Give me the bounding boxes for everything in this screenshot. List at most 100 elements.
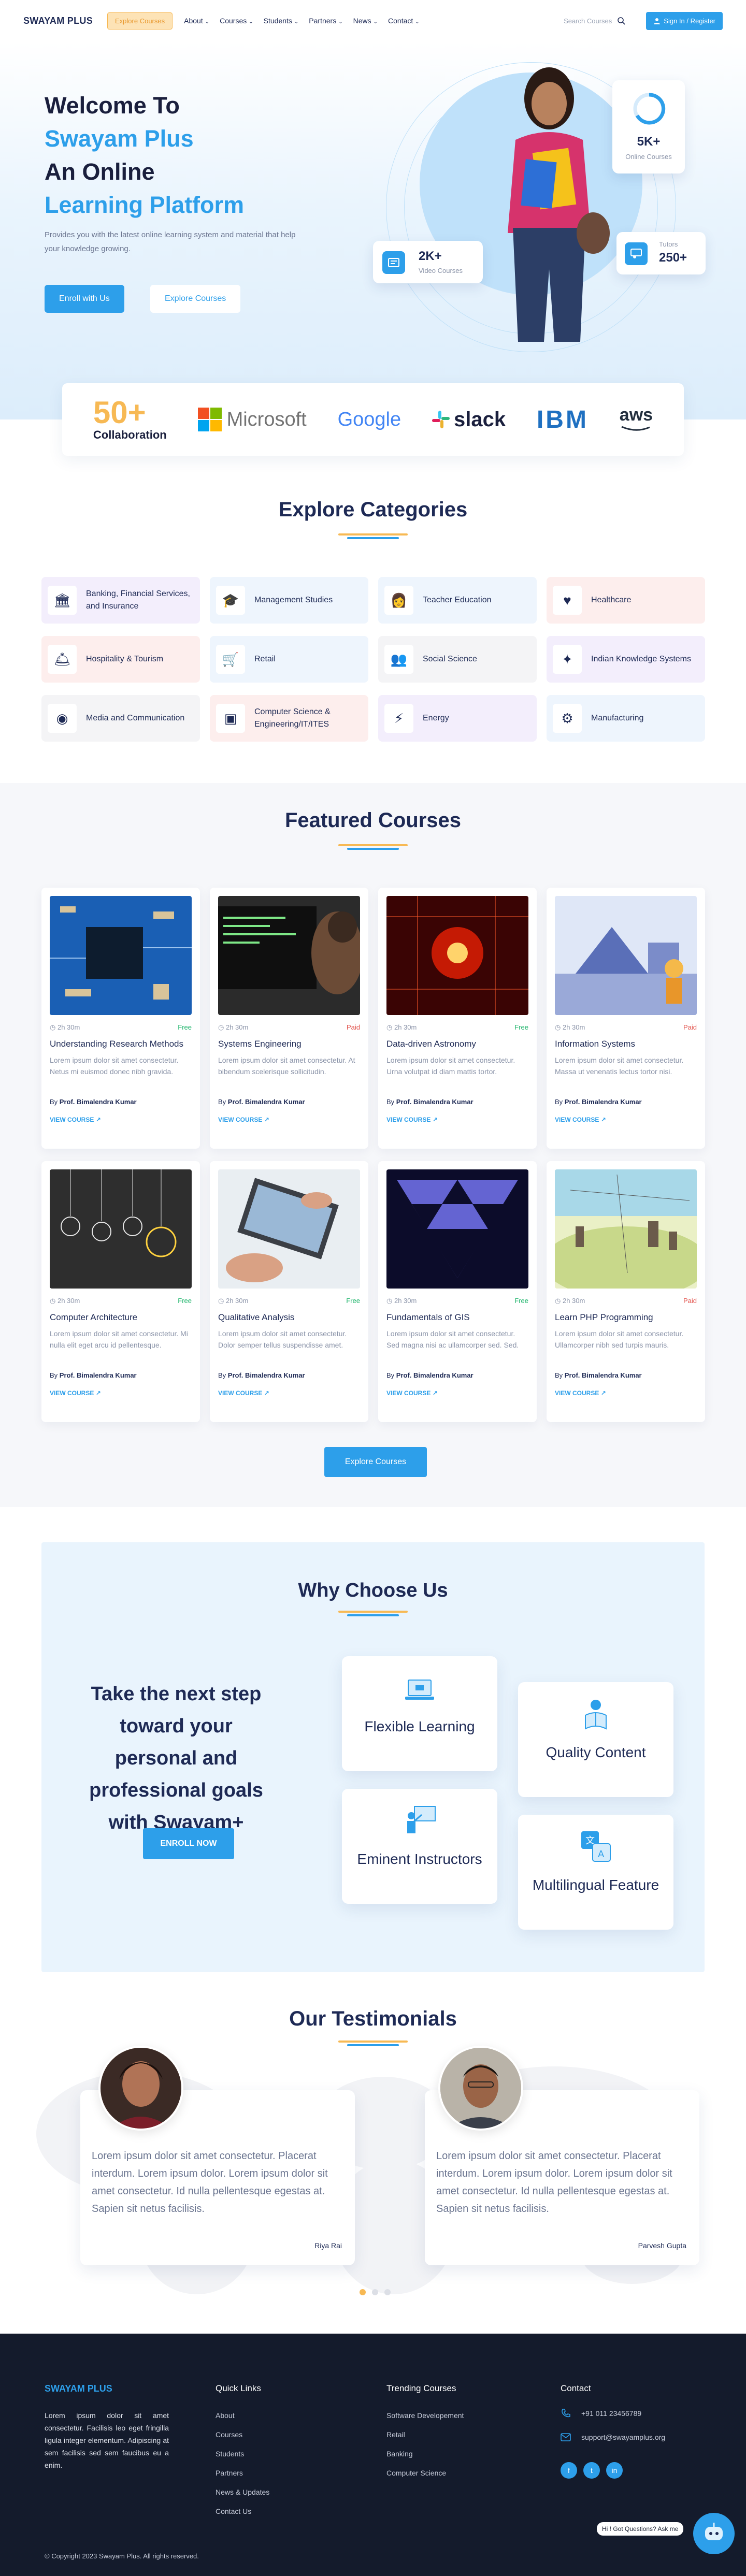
by-label: By <box>386 1098 395 1106</box>
course-description: Lorem ipsum dolor sit amet consectetur. … <box>386 1056 515 1076</box>
footer-link[interactable]: Partners <box>216 2464 269 2483</box>
carousel-dot[interactable] <box>384 2289 391 2295</box>
search-box[interactable]: Search Courses <box>564 17 625 25</box>
course-card[interactable]: ◷ 2h 30m Free Fundamentals of GIS Lorem ips… <box>378 1161 537 1422</box>
testimonial-author: Parvesh Gupta <box>638 2241 686 2250</box>
carousel-dot-active[interactable] <box>360 2289 366 2295</box>
contact-phone[interactable]: +91 011 23456789 <box>561 2408 641 2419</box>
course-title[interactable]: Fundamentals of GIS <box>386 1312 528 1323</box>
category-card[interactable]: 🎓 Management Studies <box>210 577 368 624</box>
carousel-dot[interactable] <box>372 2289 378 2295</box>
view-course-link[interactable]: VIEW COURSE ↗ <box>218 1390 269 1397</box>
svg-text:A: A <box>598 1849 605 1860</box>
tutor-icon <box>625 242 648 265</box>
nav-courses[interactable]: Courses ⌄ <box>220 17 253 25</box>
course-title[interactable]: Computer Architecture <box>50 1312 192 1323</box>
online-courses-label: Online Courses <box>625 153 672 161</box>
footer-link[interactable]: Students <box>216 2444 269 2464</box>
footer-link[interactable]: News & Updates <box>216 2483 269 2502</box>
course-card[interactable]: ◷ 2h 30m Free Data-driven Astronomy Lorem i… <box>378 888 537 1149</box>
contact-email[interactable]: support@swayamplus.org <box>561 2433 665 2441</box>
chevron-down-icon: ⌄ <box>294 19 299 25</box>
hero-explore-button[interactable]: Explore Courses <box>150 285 241 313</box>
footer-link[interactable]: Software Developement <box>386 2406 464 2425</box>
tile-label: Flexible Learning <box>364 1718 475 1734</box>
category-card[interactable]: 🏛 Banking, Financial Services, and Insura… <box>41 577 200 624</box>
view-label: VIEW COURSE <box>386 1390 431 1397</box>
chat-bubble[interactable]: Hi ! Got Questions? Ask me <box>597 2522 684 2536</box>
site-logo[interactable]: SWAYAM PLUS <box>23 16 93 26</box>
course-card[interactable]: ◷ 2h 30m Free Understanding Research Metho… <box>41 888 200 1149</box>
facebook-icon[interactable]: f <box>561 2462 577 2479</box>
course-title[interactable]: Data-driven Astronomy <box>386 1039 528 1049</box>
category-card[interactable]: ✦ Indian Knowledge Systems <box>547 636 705 683</box>
course-title[interactable]: Systems Engineering <box>218 1039 360 1049</box>
knowledge-icon: ✦ <box>553 645 582 674</box>
nav-partners[interactable]: Partners ⌄ <box>309 17 342 25</box>
category-card[interactable]: 👩 Teacher Education <box>378 577 537 624</box>
footer-brand[interactable]: SWAYAM PLUS <box>45 2383 112 2394</box>
footer-link[interactable]: Contact Us <box>216 2502 269 2521</box>
category-card[interactable]: ♥ Healthcare <box>547 577 705 624</box>
duration-text: 2h 30m <box>225 1297 249 1305</box>
view-course-link[interactable]: VIEW COURSE ↗ <box>555 1116 606 1123</box>
arrow-up-right-icon: ↗ <box>432 1390 438 1397</box>
collab-number: 50+ <box>93 395 146 430</box>
video-courses-card: 2K+ Video Courses <box>373 241 483 283</box>
tile-label: Quality Content <box>546 1744 646 1760</box>
category-card[interactable]: ⚡ Energy <box>378 695 537 742</box>
nav-contact[interactable]: Contact ⌄ <box>388 17 420 25</box>
footer-link[interactable]: Courses <box>216 2425 269 2444</box>
course-card[interactable]: ◷ 2h 30m Paid Systems Engineering Lorem ips… <box>210 888 368 1149</box>
footer-link[interactable]: Computer Science <box>386 2464 464 2483</box>
course-card[interactable]: ◷ 2h 30m Free Qualitative Analysis Lorem ip… <box>210 1161 368 1422</box>
category-card[interactable]: ▣ Computer Science & Engineering/IT/ITES <box>210 695 368 742</box>
category-card[interactable]: 🛎 Hospitality & Tourism <box>41 636 200 683</box>
search-input[interactable]: Search Courses <box>564 17 612 25</box>
svg-text:文: 文 <box>585 1835 595 1846</box>
course-card[interactable]: ◷ 2h 30m Paid Learn PHP Programming Lorem i… <box>547 1161 705 1422</box>
by-label: By <box>386 1371 395 1379</box>
explore-courses-cta[interactable]: Explore Courses <box>324 1447 427 1477</box>
why-enroll-button[interactable]: ENROLL NOW <box>143 1828 234 1859</box>
course-meta: ◷ 2h 30m Paid <box>555 1297 697 1305</box>
twitter-icon[interactable]: t <box>583 2462 600 2479</box>
view-label: VIEW COURSE <box>50 1116 94 1123</box>
tile-label: Eminent Instructors <box>357 1851 482 1867</box>
course-card[interactable]: ◷ 2h 30m Paid Information Systems Lorem ips… <box>547 888 705 1149</box>
enroll-button[interactable]: Enroll with Us <box>45 285 124 313</box>
nav-news[interactable]: News ⌄ <box>353 17 378 25</box>
course-title[interactable]: Information Systems <box>555 1039 697 1049</box>
course-title[interactable]: Qualitative Analysis <box>218 1312 360 1323</box>
category-card[interactable]: ◉ Media and Communication <box>41 695 200 742</box>
view-course-link[interactable]: VIEW COURSE ↗ <box>386 1116 438 1123</box>
view-course-link[interactable]: VIEW COURSE ↗ <box>50 1390 101 1397</box>
view-course-link[interactable]: VIEW COURSE ↗ <box>218 1116 269 1123</box>
duration: ◷ 2h 30m <box>218 1023 248 1032</box>
course-title[interactable]: Understanding Research Methods <box>50 1039 192 1049</box>
nav-students[interactable]: Students ⌄ <box>264 17 299 25</box>
course-card[interactable]: ◷ 2h 30m Free Computer Architecture Lorem i… <box>41 1161 200 1422</box>
course-title[interactable]: Learn PHP Programming <box>555 1312 697 1323</box>
category-card[interactable]: ⚙ Manufacturing <box>547 695 705 742</box>
signin-button[interactable]: Sign In / Register <box>646 11 723 30</box>
duration: ◷ 2h 30m <box>218 1297 248 1305</box>
footer-link[interactable]: About <box>216 2406 269 2425</box>
view-course-link[interactable]: VIEW COURSE ↗ <box>555 1390 606 1397</box>
linkedin-icon[interactable]: in <box>606 2462 623 2479</box>
footer-link[interactable]: Retail <box>386 2425 464 2444</box>
chatbot-button[interactable] <box>693 2513 735 2554</box>
instructor-name: Prof. Bimalendra Kumar <box>564 1371 642 1379</box>
category-card[interactable]: 🛒 Retail <box>210 636 368 683</box>
category-card[interactable]: 👥 Social Science <box>378 636 537 683</box>
footer-link[interactable]: Banking <box>386 2444 464 2464</box>
ibm-logo: IBM <box>536 406 589 433</box>
view-course-link[interactable]: VIEW COURSE ↗ <box>50 1116 101 1123</box>
explore-courses-button[interactable]: Explore Courses <box>107 12 173 30</box>
view-label: VIEW COURSE <box>386 1116 431 1123</box>
view-course-link[interactable]: VIEW COURSE ↗ <box>386 1390 438 1397</box>
instructor-name: Prof. Bimalendra Kumar <box>59 1098 137 1106</box>
search-icon[interactable] <box>617 17 625 25</box>
category-label: Energy <box>423 714 449 722</box>
nav-about[interactable]: About ⌄ <box>184 17 209 25</box>
